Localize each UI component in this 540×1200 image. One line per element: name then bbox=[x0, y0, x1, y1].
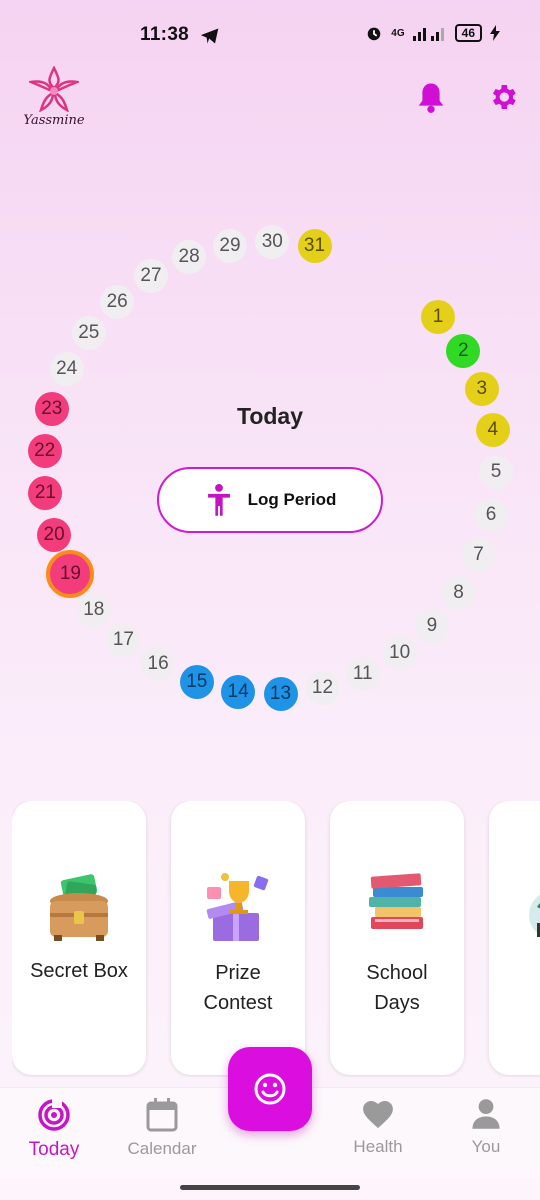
log-period-button[interactable]: Log Period bbox=[157, 467, 383, 533]
cycle-day-10[interactable]: 10 bbox=[382, 636, 417, 671]
card-school-days[interactable]: School Days bbox=[330, 801, 464, 1075]
nav-calendar[interactable]: Calendar bbox=[112, 1098, 212, 1159]
cycle-day-20[interactable]: 20 bbox=[37, 517, 72, 552]
cycle-day-19[interactable]: 19 bbox=[46, 550, 95, 599]
cycle-day-3[interactable]: 3 bbox=[464, 372, 499, 407]
mood-fab-button[interactable] bbox=[228, 1047, 312, 1131]
nav-today[interactable]: Today bbox=[4, 1098, 104, 1161]
cards-carousel[interactable]: Secret Box Prize Contest School Days bbox=[12, 801, 540, 1077]
cycle-day-14[interactable]: 14 bbox=[221, 674, 256, 709]
nav-label: You bbox=[471, 1137, 501, 1156]
cycle-day-17[interactable]: 17 bbox=[106, 623, 141, 657]
cycle-day-24[interactable]: 24 bbox=[49, 352, 84, 387]
cycle-day-30[interactable]: 30 bbox=[255, 225, 290, 259]
cycle-day-1[interactable]: 1 bbox=[421, 299, 455, 334]
cycle-day-2[interactable]: 2 bbox=[446, 333, 481, 368]
cycle-day-13[interactable]: 13 bbox=[263, 676, 298, 711]
log-period-label: Log Period bbox=[247, 490, 337, 509]
treasure-chest-icon bbox=[12, 871, 146, 951]
nav-label: Health bbox=[353, 1137, 403, 1156]
person-icon bbox=[472, 1099, 500, 1129]
cycle-day-27[interactable]: 27 bbox=[134, 258, 168, 293]
card-secret-box[interactable]: Secret Box bbox=[12, 801, 146, 1075]
partial-card-icon bbox=[529, 894, 540, 937]
cycle-day-7[interactable]: 7 bbox=[461, 538, 496, 573]
calendar-icon bbox=[146, 1098, 178, 1132]
card-title: Secret Box bbox=[30, 960, 128, 982]
cycle-day-28[interactable]: 28 bbox=[172, 240, 207, 274]
heart-icon bbox=[363, 1100, 393, 1129]
books-icon bbox=[330, 873, 464, 953]
cycle-day-16[interactable]: 16 bbox=[141, 647, 176, 682]
cycle-day-12[interactable]: 12 bbox=[305, 670, 340, 705]
cycle-day-11[interactable]: 11 bbox=[345, 657, 380, 692]
cycle-day-21[interactable]: 21 bbox=[28, 476, 63, 511]
cycle-day-8[interactable]: 8 bbox=[441, 575, 476, 610]
cycle-day-18[interactable]: 18 bbox=[76, 592, 111, 627]
cycle-day-15[interactable]: 15 bbox=[179, 664, 214, 699]
today-target-icon bbox=[38, 1098, 70, 1131]
nav-label: Today bbox=[28, 1139, 80, 1160]
cycle-day-25[interactable]: 25 bbox=[71, 316, 106, 350]
nav-label: Calendar bbox=[127, 1139, 197, 1158]
trophy-gift-icon bbox=[171, 867, 305, 947]
card-title: School Days bbox=[366, 962, 428, 1014]
smiley-icon bbox=[254, 1073, 286, 1105]
cycle-day-6[interactable]: 6 bbox=[474, 497, 509, 532]
card-partial[interactable] bbox=[489, 801, 540, 1075]
nav-you[interactable]: You bbox=[436, 1098, 536, 1157]
cycle-day-5[interactable]: 5 bbox=[479, 455, 513, 490]
cycle-day-26[interactable]: 26 bbox=[100, 284, 135, 319]
today-label: Today bbox=[236, 403, 304, 429]
cycle-day-22[interactable]: 22 bbox=[27, 433, 62, 468]
nav-health[interactable]: Health bbox=[328, 1098, 428, 1157]
home-indicator bbox=[180, 1185, 360, 1190]
cycle-day-29[interactable]: 29 bbox=[213, 228, 247, 263]
cycle-ring: 1 2 3 4 5 6 7 8 9 10 11 12 13 14 15 16 17 18 19 20 21 22 23 24 2… bbox=[0, 0, 540, 800]
cycle-day-9[interactable]: 9 bbox=[414, 608, 449, 643]
card-title: Prize Contest bbox=[203, 962, 273, 1014]
person-standing-icon bbox=[207, 483, 230, 516]
card-prize-contest[interactable]: Prize Contest bbox=[171, 801, 305, 1075]
cycle-day-31[interactable]: 31 bbox=[297, 229, 332, 264]
